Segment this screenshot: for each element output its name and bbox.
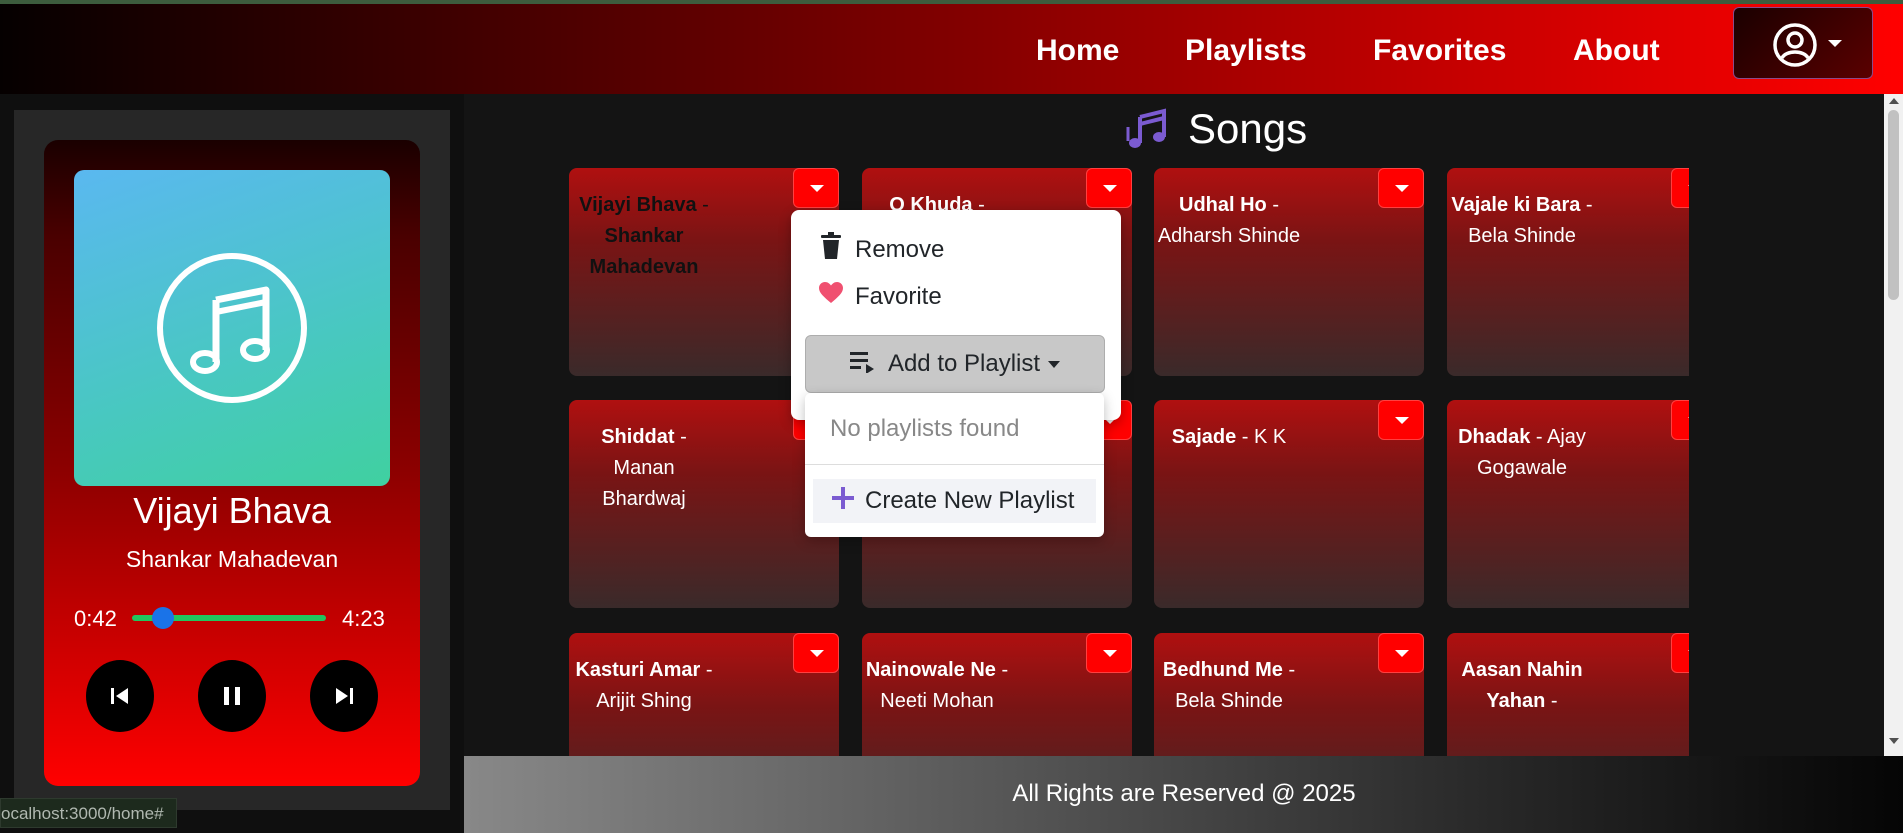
- playlist-submenu: No playlists found Create New Playlist: [805, 393, 1104, 537]
- song-card-title: Vajale ki Bara - Bela Shinde: [1451, 194, 1593, 247]
- song-options-button[interactable]: [1378, 400, 1424, 440]
- nav-favorites-link[interactable]: Favorites: [1373, 34, 1506, 68]
- song-options-button[interactable]: [1086, 633, 1132, 673]
- page-title: Songs: [1188, 105, 1308, 152]
- pause-icon: [224, 687, 240, 705]
- song-options-button[interactable]: [1671, 168, 1689, 208]
- player-frame: Vijayi Bhava Shankar Mahadevan 0:42 4:23: [14, 110, 450, 810]
- skip-previous-icon: [111, 688, 128, 704]
- songs-heading: Songs: [1124, 104, 1307, 154]
- player-card: Vijayi Bhava Shankar Mahadevan 0:42 4:23: [44, 140, 420, 786]
- chevron-down-icon: [1828, 40, 1842, 47]
- previous-button[interactable]: [86, 660, 154, 732]
- create-playlist-label: Create New Playlist: [865, 487, 1075, 514]
- song-card[interactable]: Aasan Nahin Yahan -: [1447, 633, 1689, 756]
- song-card-title: Shiddat - Manan Bhardwaj: [601, 426, 687, 510]
- song-card[interactable]: Udhal Ho - Adharsh Shinde: [1154, 168, 1424, 376]
- song-card[interactable]: Nainowale Ne - Neeti Mohan: [862, 633, 1132, 756]
- pause-button[interactable]: [198, 660, 266, 732]
- song-card[interactable]: Sajade - K K: [1154, 400, 1424, 608]
- song-card[interactable]: Vajale ki Bara - Bela Shinde: [1447, 168, 1689, 376]
- trash-icon: [819, 232, 843, 267]
- song-options-menu: Remove Favorite Add to Playlist: [791, 210, 1121, 420]
- current-time: 0:42: [74, 606, 117, 631]
- no-playlists-text: No playlists found: [830, 415, 1020, 442]
- album-art: [74, 170, 390, 486]
- nav-home-link[interactable]: Home: [1036, 34, 1119, 68]
- song-card[interactable]: Bedhund Me - Bela Shinde: [1154, 633, 1424, 756]
- song-card[interactable]: Shiddat - Manan Bhardwaj: [569, 400, 839, 608]
- plus-icon: [831, 486, 855, 517]
- song-card-title: Dhadak - Ajay Gogawale: [1458, 426, 1586, 479]
- divider: [805, 464, 1104, 465]
- music-note-icon: [157, 253, 307, 403]
- menu-favorite-label: Favorite: [855, 282, 942, 310]
- skip-next-icon: [336, 688, 353, 704]
- song-options-button[interactable]: [1378, 633, 1424, 673]
- song-card[interactable]: Kasturi Amar - Arijit Shing: [569, 633, 839, 756]
- menu-remove-label: Remove: [855, 235, 945, 263]
- song-options-button[interactable]: [1086, 168, 1132, 208]
- create-playlist-button[interactable]: Create New Playlist: [813, 479, 1096, 523]
- song-card-title: Nainowale Ne - Neeti Mohan: [865, 659, 1009, 712]
- now-playing-title: Vijayi Bhava: [133, 490, 331, 531]
- scroll-down-arrow-icon[interactable]: [1889, 738, 1899, 744]
- progress-slider[interactable]: [132, 607, 326, 629]
- add-to-playlist-button[interactable]: Add to Playlist: [805, 335, 1105, 393]
- music-notes-icon: [1126, 108, 1166, 148]
- songs-section: Songs Vijayi Bhava - Shankar Mahadevan O…: [464, 94, 1884, 756]
- song-card[interactable]: Dhadak - Ajay Gogawale: [1447, 400, 1689, 608]
- now-playing-artist: Shankar Mahadevan: [125, 546, 339, 572]
- nav-playlists-link[interactable]: Playlists: [1185, 34, 1307, 68]
- scrollbar-thumb[interactable]: [1888, 110, 1899, 300]
- song-options-button[interactable]: [1378, 168, 1424, 208]
- chevron-down-icon: [1048, 360, 1061, 368]
- progress-thumb[interactable]: [152, 607, 175, 629]
- menu-remove-item[interactable]: Remove: [819, 232, 944, 267]
- navbar: Home Playlists Favorites About: [0, 4, 1903, 94]
- song-card-title: Udhal Ho - Adharsh Shinde: [1157, 194, 1301, 247]
- page-scrollbar[interactable]: [1884, 94, 1903, 756]
- status-bar-url: ocalhost:3000/home#: [0, 798, 177, 828]
- song-grid: Vijayi Bhava - Shankar Mahadevan O Khuda…: [569, 168, 1689, 756]
- nav-about-link[interactable]: About: [1573, 34, 1660, 68]
- song-card-title: Aasan Nahin Yahan -: [1461, 659, 1583, 712]
- profile-menu-button[interactable]: [1733, 7, 1873, 79]
- song-options-button[interactable]: [793, 168, 839, 208]
- song-options-button[interactable]: [793, 633, 839, 673]
- playlist-add-icon: [849, 349, 878, 380]
- song-card-title: Vijayi Bhava - Shankar Mahadevan: [579, 194, 709, 278]
- player-panel: Vijayi Bhava Shankar Mahadevan 0:42 4:23: [0, 94, 464, 833]
- menu-favorite-item[interactable]: Favorite: [819, 282, 942, 311]
- add-to-playlist-label: Add to Playlist: [887, 350, 1041, 377]
- user-circle-icon: [1773, 23, 1817, 67]
- song-card-title: Kasturi Amar - Arijit Shing: [575, 659, 713, 712]
- song-options-button[interactable]: [1671, 400, 1689, 440]
- song-options-button[interactable]: [1671, 633, 1689, 673]
- scroll-up-arrow-icon[interactable]: [1889, 98, 1899, 104]
- footer-text: All Rights are Reserved @ 2025: [1012, 780, 1356, 807]
- footer: All Rights are Reserved @ 2025: [464, 756, 1903, 833]
- next-button[interactable]: [310, 660, 378, 732]
- song-card-title: Bedhund Me - Bela Shinde: [1162, 659, 1296, 712]
- heart-icon: [819, 282, 843, 311]
- total-time: 4:23: [342, 606, 385, 631]
- song-card-title: Sajade - K K: [1171, 426, 1287, 448]
